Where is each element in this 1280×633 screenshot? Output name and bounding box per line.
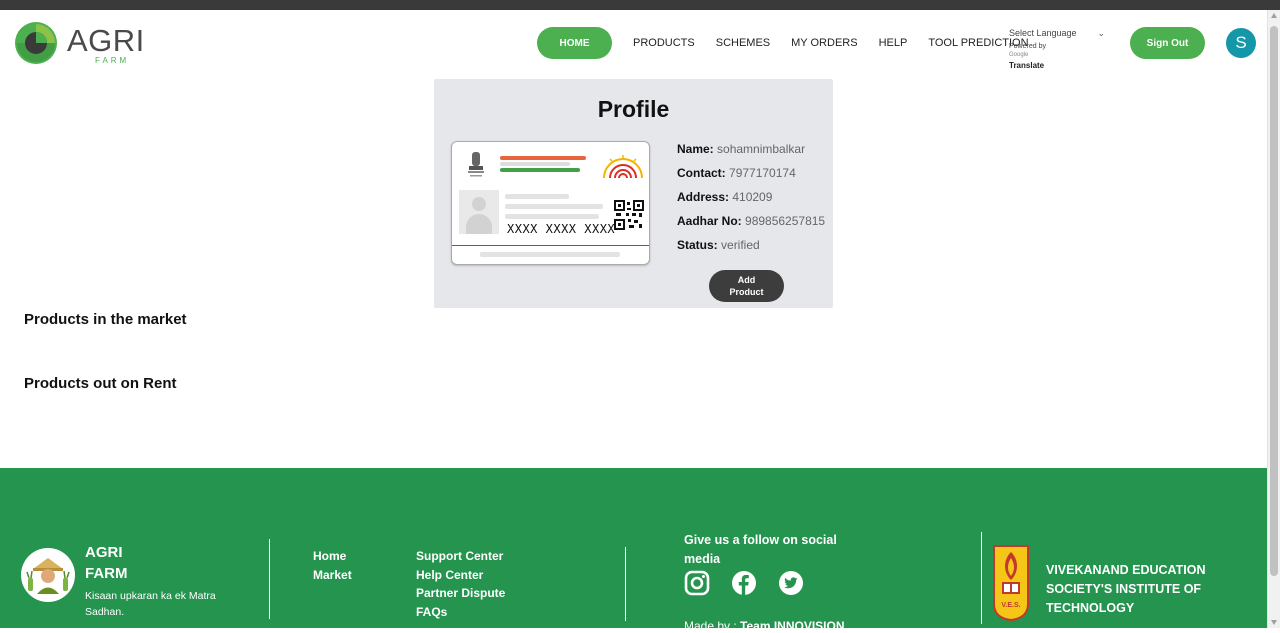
- made-by-prefix: Made by :: [684, 619, 737, 633]
- card-text-line: [505, 194, 569, 199]
- translate-link[interactable]: Translate: [1009, 61, 1109, 70]
- products-on-rent-heading: Products out on Rent: [24, 375, 177, 392]
- name-value: sohamnimbalkar: [717, 142, 806, 156]
- scroll-down-icon[interactable]: [1271, 620, 1277, 625]
- profile-status-row: Status: verified: [677, 237, 827, 253]
- profile-name-row: Name: sohamnimbalkar: [677, 141, 827, 157]
- logo-mark-icon: [15, 22, 57, 64]
- card-text-line: [505, 214, 599, 219]
- facebook-icon[interactable]: [731, 570, 757, 596]
- farmer-logo: [21, 548, 75, 602]
- language-selector: Select Language ⌄ Powered by Google Tran…: [1009, 26, 1109, 71]
- add-product-label: Add Product: [729, 274, 763, 298]
- nav-home-button[interactable]: HOME: [537, 27, 612, 59]
- profile-address-row: Address: 410209: [677, 189, 827, 205]
- name-label: Name:: [677, 142, 714, 156]
- flag-stripe-saffron: [500, 156, 586, 160]
- footer-divider: [981, 532, 982, 624]
- profile-title: Profile: [597, 96, 670, 122]
- flag-stripe-green: [500, 168, 580, 172]
- photo-body-shape: [466, 214, 492, 234]
- profile-aadhar-row: Aadhar No: 989856257815: [677, 213, 827, 229]
- social-heading: Give us a follow on social media: [684, 533, 837, 566]
- footer-link-market[interactable]: Market: [313, 566, 352, 585]
- card-text-line: [480, 252, 620, 257]
- emblem-icon: [468, 152, 484, 177]
- card-red-line: [452, 245, 649, 246]
- footer-links-col1: Home Market: [313, 547, 352, 584]
- footer-link-home[interactable]: Home: [313, 547, 352, 566]
- footer: AGRI FARM Kisaan upkaran ka ek Matra Sad…: [0, 468, 1267, 633]
- address-value: 410209: [732, 190, 773, 204]
- status-label: Status:: [677, 238, 718, 252]
- nav-help-link[interactable]: HELP: [879, 37, 908, 49]
- social-icons: [684, 570, 825, 596]
- language-select-label: Select Language: [1009, 28, 1077, 38]
- profile-card: Profile XXXX XXXX XXXX Name: sohamnimbal…: [434, 79, 833, 308]
- footer-brand-line1: AGRI: [85, 544, 123, 561]
- ves-logo: V.E.S.: [993, 545, 1029, 622]
- footer-link-support-center[interactable]: Support Center: [416, 547, 505, 566]
- profile-details: Name: sohamnimbalkar Contact: 7977170174…: [677, 141, 827, 261]
- nav-schemes-link[interactable]: SCHEMES: [716, 37, 770, 49]
- card-text-line: [505, 204, 603, 209]
- products-in-market-heading: Products in the market: [24, 311, 187, 328]
- twitter-icon[interactable]: [778, 570, 804, 596]
- powered-by-text: Powered by: [1009, 43, 1046, 50]
- google-logo-text: Google: [1009, 52, 1029, 58]
- scrollbar-thumb[interactable]: [1270, 26, 1278, 576]
- photo-head-shape: [472, 197, 486, 211]
- footer-links-col2: Support Center Help Center Partner Dispu…: [416, 547, 505, 621]
- main-nav: HOME PRODUCTS SCHEMES MY ORDERS HELP TOO…: [537, 27, 1050, 59]
- vertical-scrollbar[interactable]: [1267, 10, 1280, 628]
- add-product-label-line2: Product: [729, 287, 764, 297]
- add-product-button[interactable]: Add Product: [709, 270, 784, 302]
- status-value: verified: [721, 238, 760, 252]
- agri-farm-logo[interactable]: AGRI FARM: [14, 21, 144, 67]
- instagram-icon[interactable]: [684, 570, 710, 596]
- footer-link-help-center[interactable]: Help Center: [416, 566, 505, 585]
- address-label: Address:: [677, 190, 730, 204]
- page: AGRI FARM HOME PRODUCTS SCHEMES MY ORDER…: [0, 10, 1267, 633]
- aadhar-card-number: XXXX XXXX XXXX: [507, 222, 616, 236]
- nav-products-link[interactable]: PRODUCTS: [633, 37, 695, 49]
- sign-out-button[interactable]: Sign Out: [1130, 27, 1205, 59]
- language-select[interactable]: Select Language ⌄: [1009, 26, 1109, 40]
- institute-name: VIVEKANAND EDUCATION SOCIETY'S INSTITUTE…: [1046, 563, 1206, 615]
- footer-divider: [625, 547, 626, 621]
- aadhar-card-image: XXXX XXXX XXXX: [451, 141, 650, 265]
- footer-link-faqs[interactable]: FAQs: [416, 603, 505, 622]
- made-by-credit: Made by : Team INNOVISION: [684, 619, 845, 633]
- ves-logo-text: V.E.S.: [1001, 602, 1020, 609]
- qr-code-icon: [614, 200, 644, 230]
- farmer-icon: [23, 550, 73, 600]
- scroll-up-icon[interactable]: [1271, 13, 1277, 18]
- contact-value: 7977170174: [729, 166, 796, 180]
- add-product-label-line1: Add: [737, 275, 756, 285]
- nav-my-orders-link[interactable]: MY ORDERS: [791, 37, 857, 49]
- aadhar-label: Aadhar No:: [677, 214, 742, 228]
- contact-label: Contact:: [677, 166, 726, 180]
- footer-tagline: Kisaan upkaran ka ek Matra Sadhan.: [85, 590, 216, 618]
- footer-divider: [269, 539, 270, 619]
- flag-stripe-white: [500, 162, 570, 166]
- chevron-down-icon: ⌄: [1097, 27, 1105, 38]
- logo-subtext: FARM: [95, 56, 130, 65]
- footer-brand: AGRI FARM: [85, 542, 128, 584]
- footer-link-partner-dispute[interactable]: Partner Dispute: [416, 584, 505, 603]
- footer-brand-line2: FARM: [85, 565, 128, 582]
- user-avatar[interactable]: S: [1226, 28, 1256, 58]
- profile-contact-row: Contact: 7977170174: [677, 165, 827, 181]
- logo-text: AGRI: [67, 23, 145, 58]
- browser-top-bar: [0, 0, 1280, 10]
- aadhaar-logo-icon: [603, 155, 643, 178]
- aadhar-value: 989856257815: [745, 214, 826, 228]
- made-by-team: Team INNOVISION: [740, 619, 845, 633]
- photo-placeholder: [459, 190, 499, 234]
